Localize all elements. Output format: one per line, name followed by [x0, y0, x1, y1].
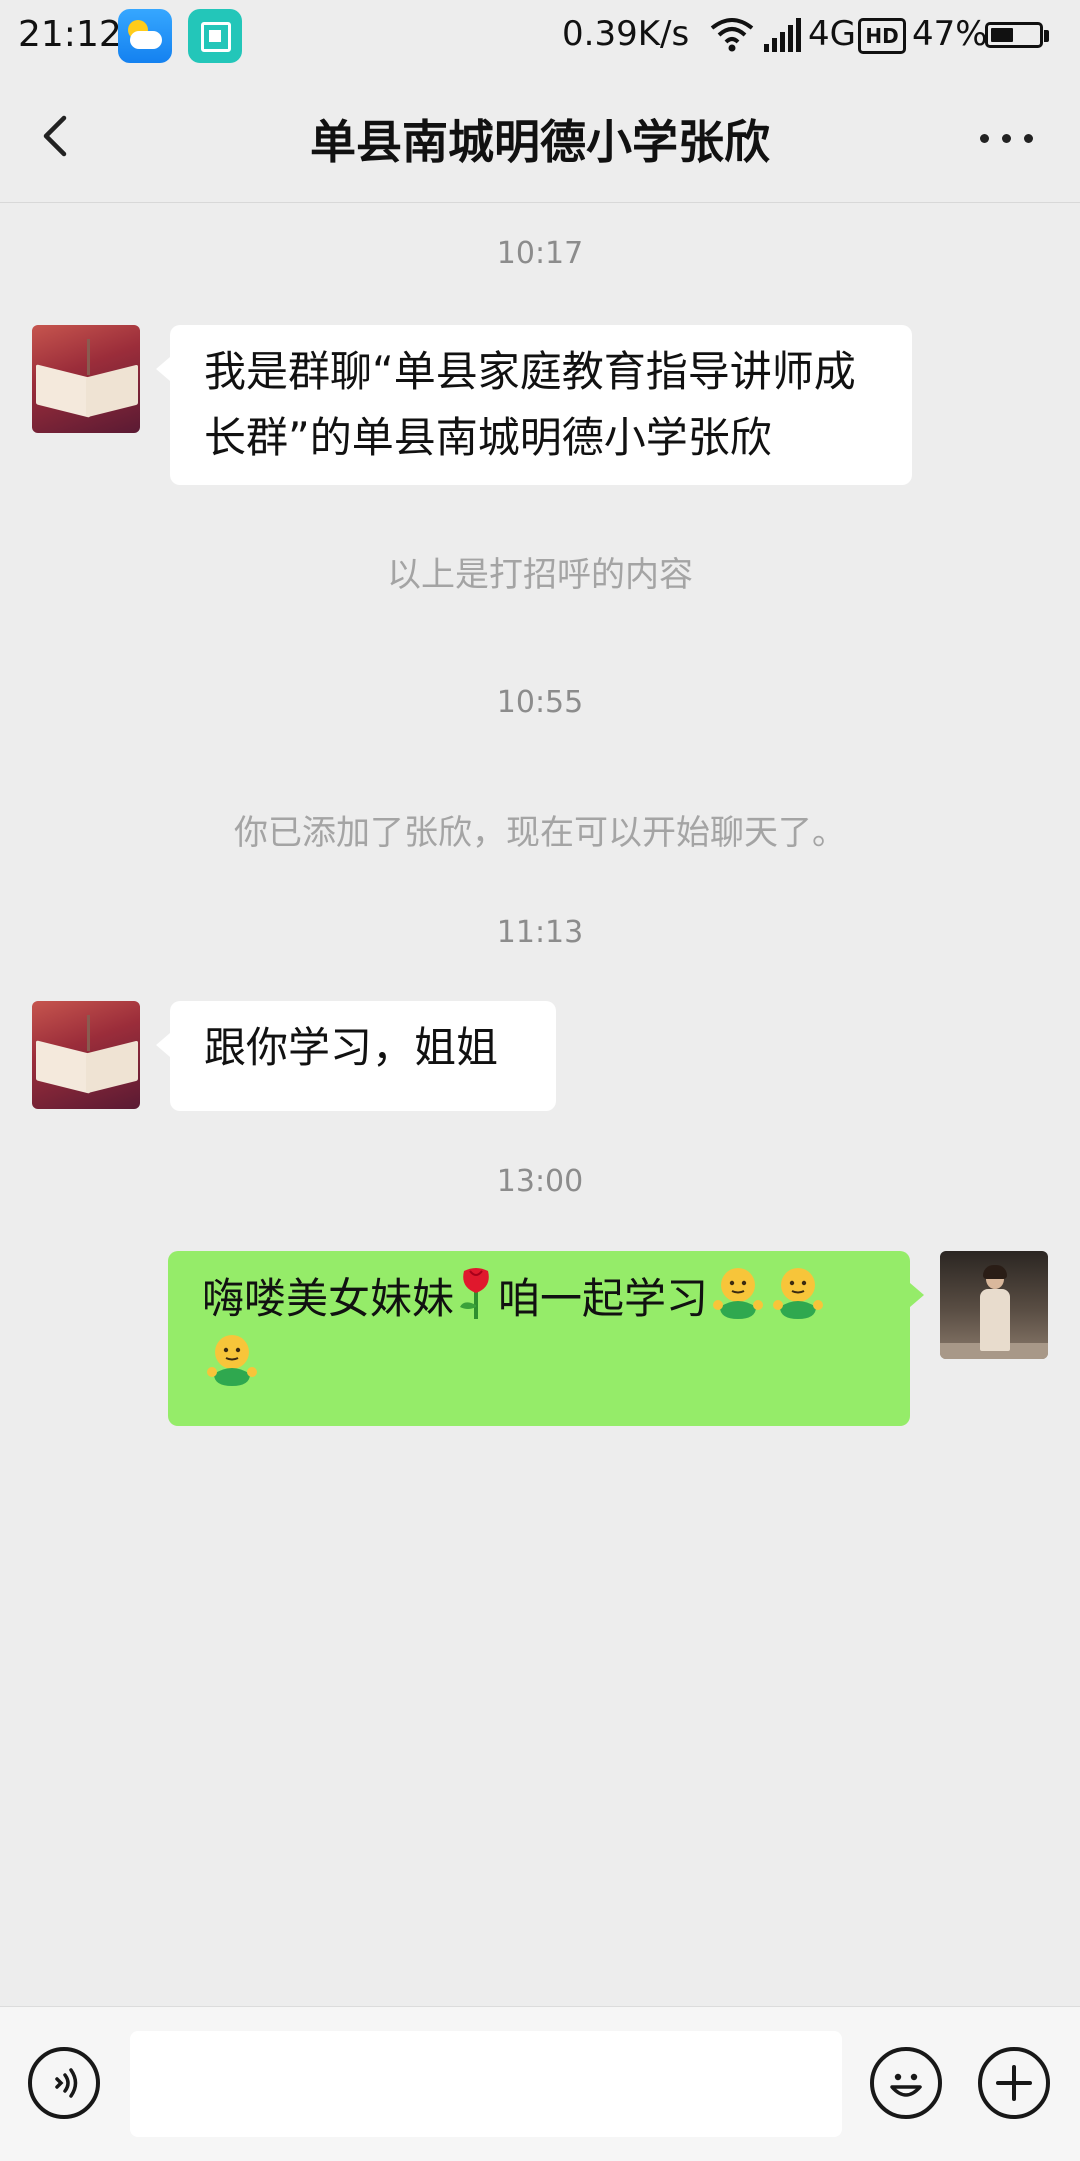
status-time: 21:12	[18, 14, 122, 55]
hug-emoji	[713, 1268, 764, 1319]
contact-avatar[interactable]	[32, 325, 140, 433]
timestamp: 10:55	[496, 685, 584, 720]
outgoing-message-bubble[interactable]: 嗨喽美女妹妹 咱一起学习	[168, 1251, 924, 1426]
more-dot	[1024, 134, 1033, 143]
voice-button[interactable]	[28, 2047, 100, 2119]
plus-button[interactable]	[978, 2047, 1050, 2119]
status-bar: 21:12 0.39K/s 4G HD 47%	[0, 0, 1080, 74]
hug-emoji	[773, 1268, 824, 1319]
chevron-left-icon	[43, 115, 67, 157]
greeting-note: 以上是打招呼的内容	[387, 555, 693, 595]
weather-app-icon	[118, 9, 172, 63]
more-button[interactable]	[966, 96, 1046, 176]
my-avatar[interactable]	[940, 1251, 1048, 1359]
more-dots-icon	[980, 134, 989, 143]
timestamp: 13:00	[496, 1164, 584, 1199]
battery-tip	[1044, 30, 1049, 42]
scan-app-icon	[188, 9, 242, 63]
more-dot	[1002, 134, 1011, 143]
chat-header: 单县南城明德小学张欣	[0, 74, 1080, 203]
network-speed: 0.39K/s	[562, 14, 690, 54]
hug-emoji	[207, 1335, 257, 1386]
battery-icon	[985, 22, 1043, 48]
timestamp: 11:13	[496, 915, 584, 950]
rose-emoji	[460, 1268, 489, 1319]
outgoing-text-part-1: 嗨喽美女妹妹	[202, 1274, 455, 1323]
friend-added-note: 你已添加了张欣，现在可以开始聊天了。	[234, 813, 846, 853]
back-button[interactable]	[18, 96, 98, 176]
incoming-message-bubble[interactable]: 跟你学习，姐姐	[156, 1001, 556, 1111]
wifi-icon	[710, 18, 754, 52]
incoming-message-bubble[interactable]: 我是群聊“单县家庭教育指导讲师成长群”的单县南城明德小学张欣	[156, 325, 912, 485]
hd-badge: HD	[858, 18, 906, 54]
signal-icon	[764, 18, 801, 52]
chat-title: 单县南城明德小学张欣	[310, 115, 770, 169]
input-bar	[0, 2006, 1080, 2161]
smiley-icon	[890, 2073, 922, 2097]
plus-icon	[996, 2065, 1032, 2101]
timestamp: 10:17	[496, 236, 584, 271]
battery-percent: 47%	[912, 14, 988, 54]
network-type: 4G	[808, 14, 856, 54]
outgoing-text-part-2: 咱一起学习	[498, 1274, 709, 1323]
message-input[interactable]	[130, 2031, 842, 2137]
voice-icon	[55, 2068, 78, 2098]
emoji-button[interactable]	[870, 2047, 942, 2119]
message-list[interactable]: 10:17 我是群聊“单县家庭教育指导讲师成长群”的单县南城明德小学张欣 以上是…	[0, 203, 1080, 2003]
contact-avatar[interactable]	[32, 1001, 140, 1109]
